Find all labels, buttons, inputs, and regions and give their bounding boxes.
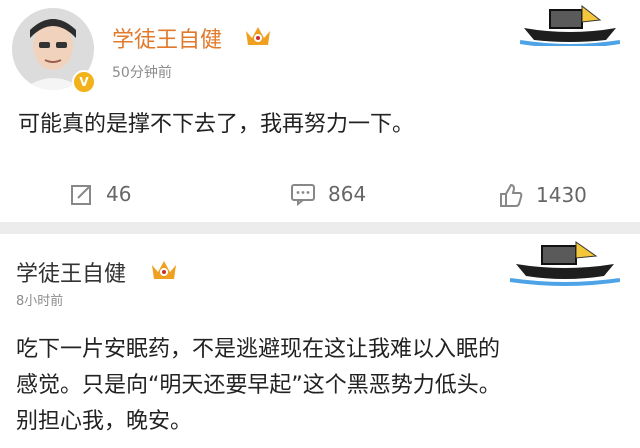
post-time: 50分钟前 [112, 65, 172, 81]
post-content: 可能真的是撑不下去了，我再努力一下。 [18, 112, 415, 137]
post-time: 8小时前 [16, 294, 64, 309]
author-name[interactable]: 学徒王自健 [16, 256, 126, 288]
post-card: V 学徒王自健 50分钟前 可能真的是撑不下去了，我再努力一下。 46 864 [0, 0, 640, 222]
post-content: 吃下一片安眠药，不是逃避现在这让我难以入眠的 感觉。只是向“明天还要早起”这个黑… [16, 332, 626, 440]
post-card: 学徒王自健 8小时前 吃下一片安眠药，不是逃避现在这让我难以入眠的 感觉。只是向… [0, 234, 640, 448]
repost-icon [71, 185, 91, 205]
author-name[interactable]: 学徒王自健 [112, 22, 222, 54]
boat-icon [520, 4, 620, 46]
comment-button[interactable]: 864 [290, 182, 366, 206]
comment-count: 864 [328, 182, 367, 206]
post-divider [0, 222, 640, 234]
repost-button[interactable]: 46 [70, 182, 131, 206]
boat-icon [510, 241, 620, 286]
action-bar: 46 864 1430 [0, 170, 640, 218]
repost-count: 46 [106, 182, 132, 206]
verified-icon: V [72, 70, 96, 94]
comment-icon [291, 184, 315, 206]
like-icon [500, 183, 523, 207]
crown-badge-icon[interactable] [150, 259, 178, 281]
like-button[interactable]: 1430 [498, 182, 587, 208]
content-line: 吃下一片安眠药，不是逃避现在这让我难以入眠的 [16, 337, 501, 362]
like-count: 1430 [536, 183, 587, 207]
crown-badge-icon[interactable] [244, 25, 272, 47]
content-line: 别担心我，晚安。 [16, 409, 193, 434]
content-line: 感觉。只是向“明天还要早起”这个黑恶势力低头。 [16, 373, 501, 398]
